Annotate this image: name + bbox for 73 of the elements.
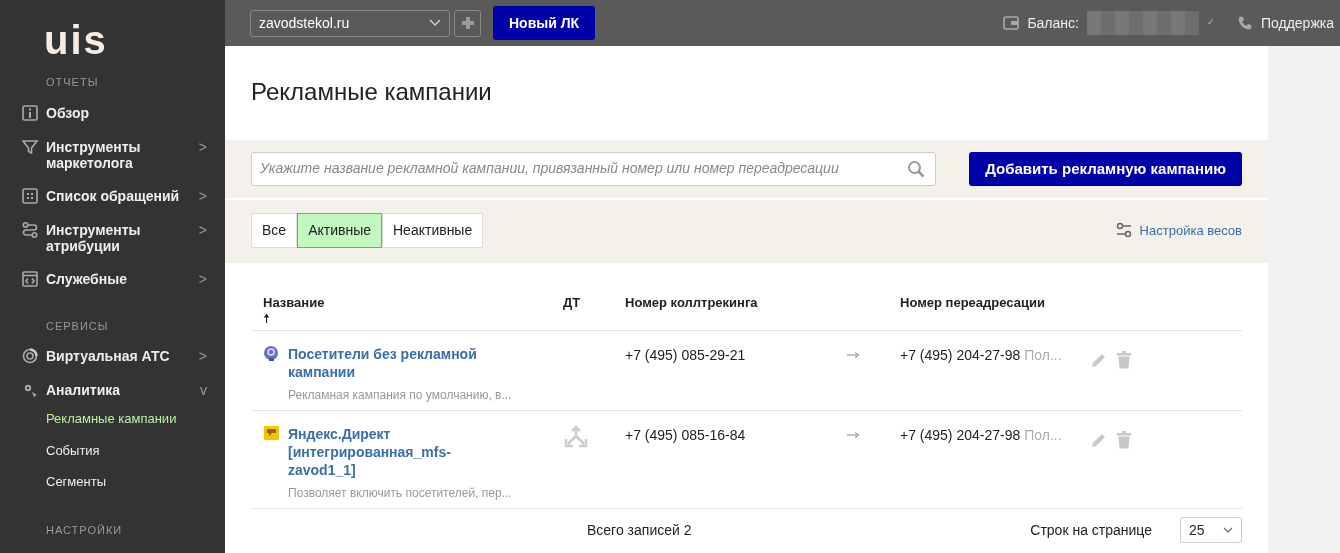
logo: uis	[44, 17, 108, 60]
sliders-icon	[1115, 222, 1132, 239]
list-icon	[22, 187, 39, 205]
section-title: СЕРВИСЫ	[46, 318, 110, 334]
chevron-icon: >	[198, 270, 207, 287]
visitor-icon	[263, 345, 280, 363]
chevron-icon	[429, 19, 441, 27]
plus-icon	[460, 16, 475, 30]
rows-per-page-select[interactable]: 25	[1180, 517, 1242, 544]
trash-icon[interactable]	[1116, 431, 1132, 450]
info-icon	[22, 104, 39, 122]
sidebar-subitem[interactable]: Сегменты	[46, 472, 207, 492]
dial-icon	[22, 348, 39, 365]
sort-arrow-icon[interactable]: 🠅	[263, 312, 275, 327]
section-title: ОТЧЕТЫ	[46, 75, 100, 90]
code-icon	[22, 270, 39, 288]
campaign-link[interactable]: Яндекс.Директ [интегрированная_mfs-zavod1_1]	[288, 425, 518, 480]
weights-link[interactable]: Настройка весов	[1139, 220, 1242, 241]
redirect-number: +7 (495) 204-27-98	[900, 346, 1021, 366]
chevron-icon: >	[198, 221, 207, 238]
section-title: НАСТРОЙКИ	[46, 522, 124, 538]
filter-tab[interactable]: Неактивные	[382, 212, 484, 248]
chevron-icon: >	[198, 348, 207, 364]
column-header: Номер переадресации	[900, 293, 1046, 312]
phone-icon	[1236, 15, 1253, 31]
arrow-icon	[847, 431, 861, 440]
add-site-button[interactable]	[454, 9, 481, 37]
filter-tab[interactable]: Активные	[297, 212, 382, 248]
search-field[interactable]: Укажите название рекламной кампании, привязанный номер или номер переадресации	[251, 151, 936, 186]
sidebar-item[interactable]: Служебные >	[22, 270, 207, 288]
pencil-icon[interactable]	[1090, 351, 1108, 370]
chevron-icon: >	[198, 138, 207, 155]
sidebar-item[interactable]: Инструменты маркетолога >	[22, 138, 207, 171]
redirect-note: Пол...	[1024, 426, 1062, 446]
chevron-icon: v	[200, 382, 207, 398]
pencil-icon[interactable]	[1090, 431, 1108, 450]
search-icon	[907, 159, 925, 178]
sidebar-item[interactable]: Аналитика v	[22, 382, 207, 399]
filter-icon	[22, 138, 39, 156]
site-select[interactable]: zavodstekol.ru	[250, 9, 450, 37]
wallet-icon	[1003, 16, 1020, 30]
redirect-note: Пол...	[1024, 346, 1062, 366]
arrow-icon	[847, 351, 861, 360]
balance-label: Баланс:	[1027, 13, 1079, 33]
new-account-button[interactable]: Новый ЛК	[493, 6, 596, 40]
campaign-description: Позволяет включить посетителей, пер...	[288, 485, 513, 503]
campaign-link[interactable]: Посетители без рекламной кампании	[288, 345, 518, 382]
tracking-number: +7 (495) 085-29-21	[625, 346, 746, 366]
support-link[interactable]: Поддержка	[1260, 12, 1334, 34]
sidebar-item[interactable]: Виртуальная АТС >	[22, 348, 207, 365]
check-icon: ✓	[1206, 16, 1215, 30]
trash-icon[interactable]	[1116, 351, 1132, 370]
rows-per-page-label: Строк на странице	[1030, 520, 1152, 540]
column-header[interactable]: Название	[263, 292, 563, 313]
campaign-description: Рекламная кампания по умолчанию, в...	[288, 387, 513, 405]
filter-tab[interactable]: Все	[251, 212, 298, 248]
gears-icon	[22, 382, 39, 399]
column-header: ДТ	[563, 293, 582, 312]
total-count: Всего записей 2	[587, 520, 692, 540]
sidebar-item[interactable]: Инструменты атрибуции >	[22, 221, 207, 254]
chevron-icon: >	[198, 187, 207, 204]
sidebar-item[interactable]: Список обращений >	[22, 187, 207, 205]
sidebar-subitem[interactable]: События	[46, 440, 207, 460]
sidebar-subitem[interactable]: Рекламные кампании	[46, 409, 207, 429]
redirect-number: +7 (495) 204-27-98	[900, 426, 1021, 446]
chevron-icon	[1223, 527, 1233, 534]
page-title: Рекламные кампании	[250, 77, 493, 107]
sidebar-item[interactable]: Обзор	[22, 104, 207, 122]
ad-icon	[263, 425, 280, 443]
column-header: Номер коллтрекинга	[625, 293, 759, 312]
nodes-icon	[22, 221, 39, 239]
tracking-number: +7 (495) 085-16-84	[625, 426, 746, 446]
add-campaign-button[interactable]: Добавить рекламную кампанию	[969, 151, 1242, 186]
